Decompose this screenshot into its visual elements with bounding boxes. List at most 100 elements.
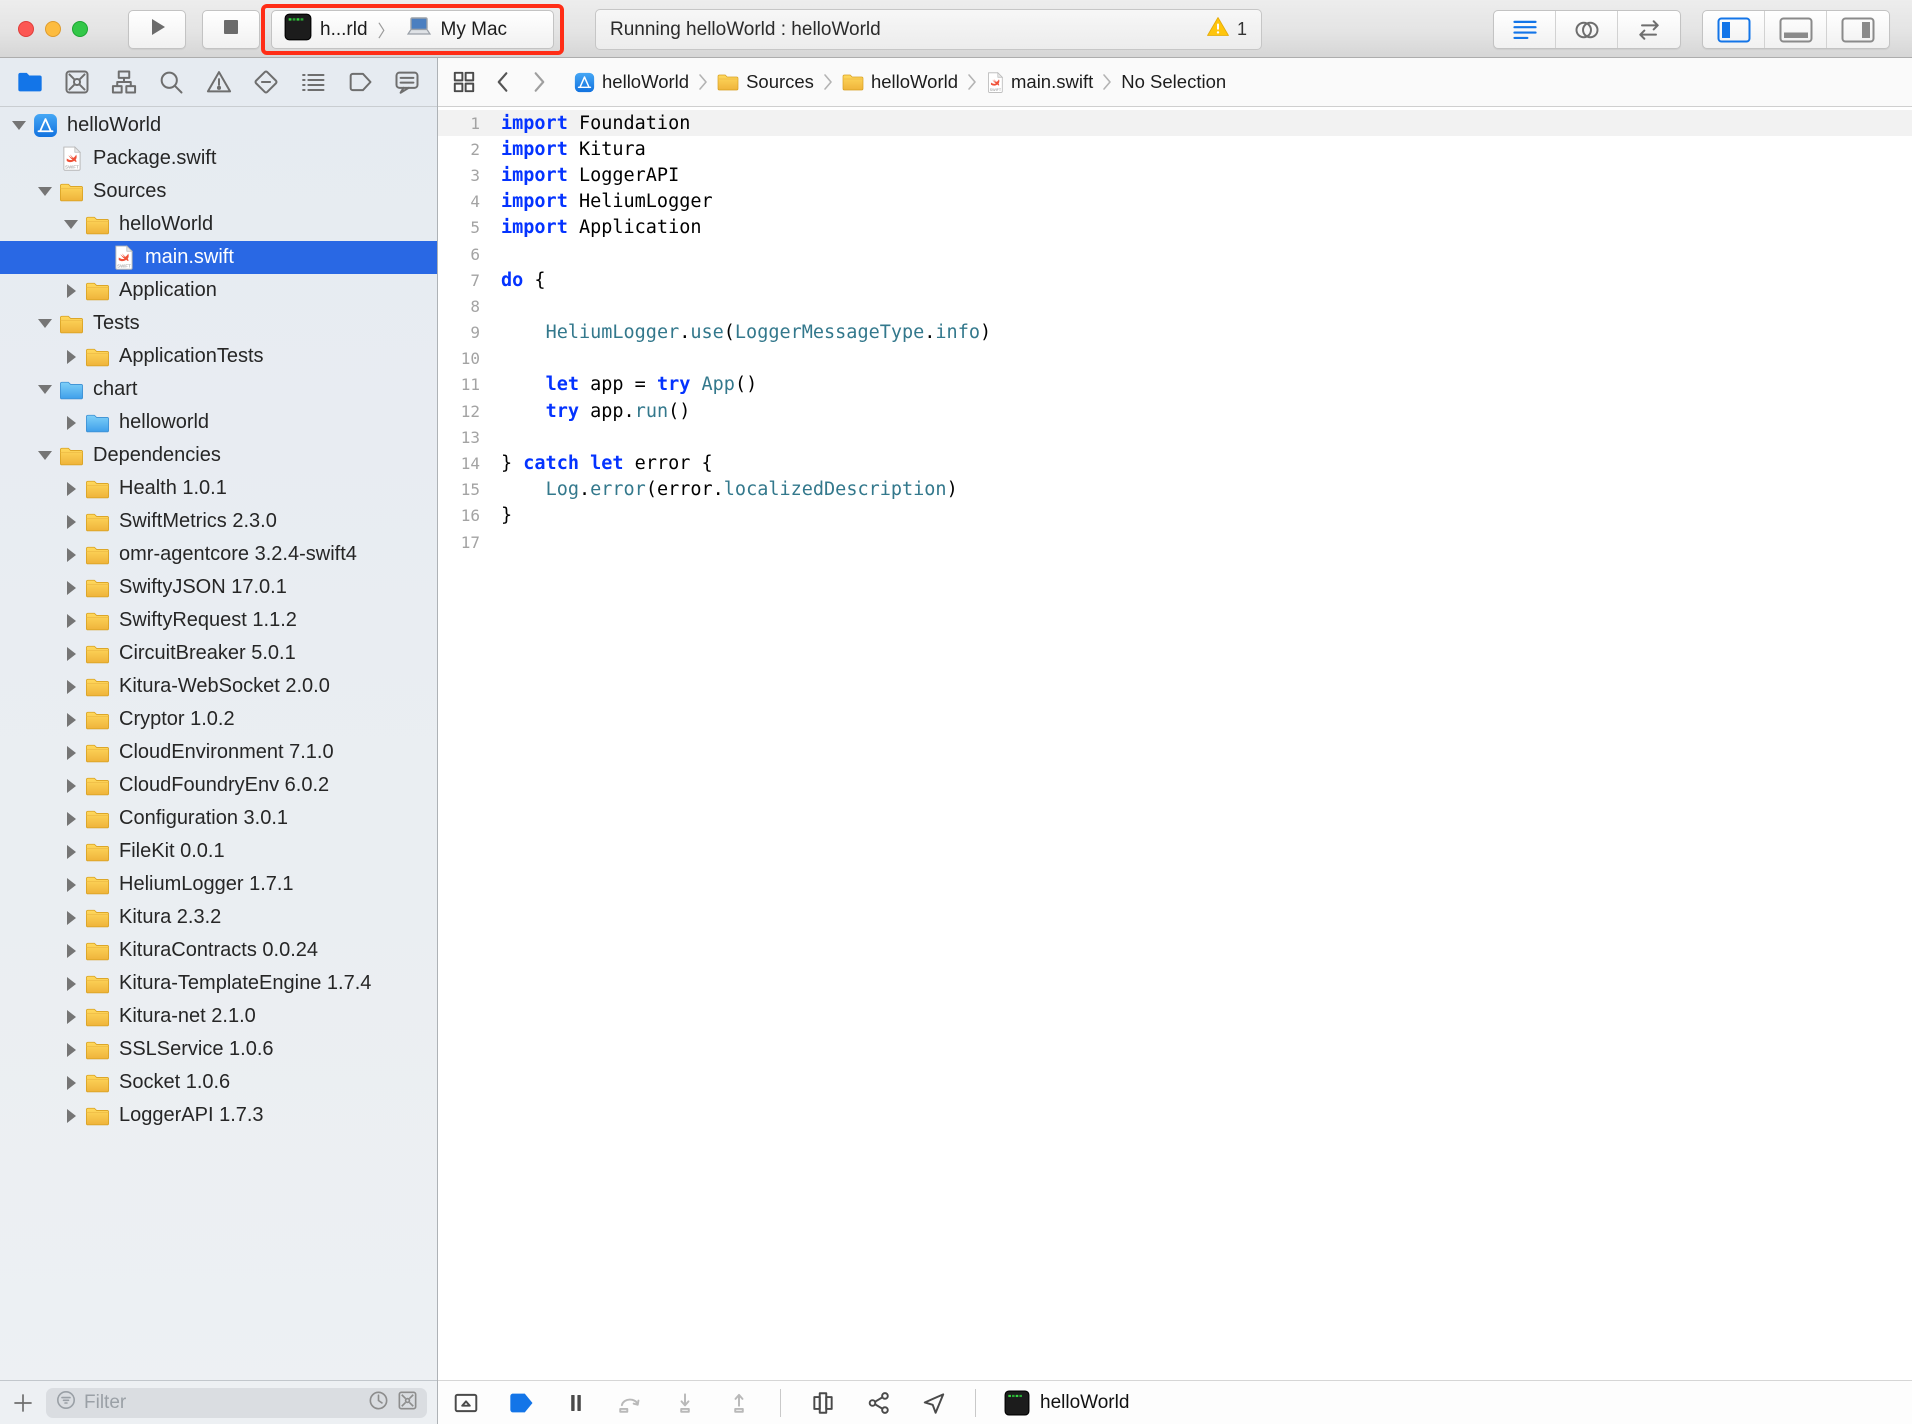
disclosure-triangle[interactable] (34, 319, 56, 328)
tree-row[interactable]: CircuitBreaker 5.0.1 (0, 637, 437, 670)
breadcrumb-item[interactable]: helloWorld (842, 71, 958, 93)
navigator-tab-symbol-navigator[interactable] (104, 62, 144, 102)
inspector-panel-toggle[interactable] (1827, 11, 1889, 48)
code-line[interactable]: 8 (438, 293, 1912, 319)
standard-editor-button[interactable] (1494, 11, 1556, 48)
disclosure-triangle[interactable] (60, 680, 82, 694)
code-line[interactable]: 9 HeliumLogger.use(LoggerMessageType.inf… (438, 320, 1912, 346)
source-editor[interactable]: 1import Foundation2import Kitura3import … (438, 107, 1912, 1380)
tree-row[interactable]: helloWorld (0, 109, 437, 142)
navigator-tab-test-navigator[interactable] (246, 62, 286, 102)
navigator-tab-find-navigator[interactable] (151, 62, 191, 102)
scheme-selector[interactable]: h...rld 〉 My Mac (271, 10, 554, 49)
tree-row[interactable]: Sources (0, 175, 437, 208)
disclosure-triangle[interactable] (60, 911, 82, 925)
view-hierarchy-button[interactable] (809, 1390, 837, 1416)
tree-row[interactable]: chart (0, 373, 437, 406)
tree-row[interactable]: SWIFTmain.swift (0, 241, 437, 274)
tree-row[interactable]: Kitura-WebSocket 2.0.0 (0, 670, 437, 703)
disclosure-triangle[interactable] (60, 614, 82, 628)
navigator-tab-breakpoint-navigator[interactable] (340, 62, 380, 102)
tree-row[interactable]: Kitura-TemplateEngine 1.7.4 (0, 967, 437, 1000)
navigator-tab-project-navigator[interactable] (10, 62, 50, 102)
assistant-editor-button[interactable] (1556, 11, 1618, 48)
tree-row[interactable]: CloudEnvironment 7.1.0 (0, 736, 437, 769)
tree-row[interactable]: HeliumLogger 1.7.1 (0, 868, 437, 901)
disclosure-triangle[interactable] (60, 977, 82, 991)
tree-row[interactable]: Health 1.0.1 (0, 472, 437, 505)
disclosure-triangle[interactable] (34, 385, 56, 394)
disclosure-triangle[interactable] (60, 746, 82, 760)
code-line[interactable]: 13 (438, 424, 1912, 450)
add-button[interactable] (10, 1391, 36, 1415)
hide-debug-area-button[interactable] (452, 1390, 480, 1416)
tree-row[interactable]: SwiftMetrics 2.3.0 (0, 505, 437, 538)
disclosure-triangle[interactable] (8, 121, 30, 130)
tree-row[interactable]: FileKit 0.0.1 (0, 835, 437, 868)
run-button[interactable] (128, 10, 186, 49)
code-line[interactable]: 1import Foundation (438, 110, 1912, 136)
filter-field[interactable] (46, 1388, 427, 1418)
scheme-target[interactable]: h...rld (320, 19, 368, 41)
code-line[interactable]: 3import LoggerAPI (438, 162, 1912, 188)
disclosure-triangle[interactable] (60, 350, 82, 364)
tree-row[interactable]: Kitura 2.3.2 (0, 901, 437, 934)
code-line[interactable]: 16} (438, 503, 1912, 529)
version-editor-button[interactable] (1618, 11, 1680, 48)
breadcrumb-item[interactable]: Sources (717, 71, 814, 93)
tree-row[interactable]: KituraContracts 0.0.24 (0, 934, 437, 967)
tree-row[interactable]: helloworld (0, 406, 437, 439)
disclosure-triangle[interactable] (60, 779, 82, 793)
disclosure-triangle[interactable] (60, 482, 82, 496)
close-window-button[interactable] (18, 21, 34, 37)
tree-row[interactable]: Cryptor 1.0.2 (0, 703, 437, 736)
code-line[interactable]: 5import Application (438, 215, 1912, 241)
minimize-window-button[interactable] (45, 21, 61, 37)
tree-row[interactable]: omr-agentcore 3.2.4-swift4 (0, 538, 437, 571)
code-line[interactable]: 10 (438, 346, 1912, 372)
breakpoints-toggle-button[interactable] (508, 1391, 536, 1415)
tree-row[interactable]: Dependencies (0, 439, 437, 472)
tree-row[interactable]: SwiftyJSON 17.0.1 (0, 571, 437, 604)
disclosure-triangle[interactable] (34, 451, 56, 460)
pause-button[interactable] (564, 1390, 588, 1416)
zoom-window-button[interactable] (72, 21, 88, 37)
tree-row[interactable]: SWIFTPackage.swift (0, 142, 437, 175)
back-button[interactable] (488, 69, 516, 95)
disclosure-triangle[interactable] (60, 1010, 82, 1024)
code-line[interactable]: 17 (438, 529, 1912, 555)
code-line[interactable]: 11 let app = try App() (438, 372, 1912, 398)
disclosure-triangle[interactable] (60, 944, 82, 958)
tree-row[interactable]: SwiftyRequest 1.1.2 (0, 604, 437, 637)
disclosure-triangle[interactable] (60, 878, 82, 892)
simulate-location-button[interactable] (921, 1390, 947, 1416)
flatten-icon[interactable] (396, 1389, 419, 1417)
scheme-destination[interactable]: My Mac (441, 19, 508, 41)
disclosure-triangle[interactable] (60, 845, 82, 859)
disclosure-triangle[interactable] (60, 1043, 82, 1057)
navigator-tab-source-control-navigator[interactable] (57, 62, 97, 102)
debug-target[interactable]: helloWorld (1004, 1390, 1129, 1416)
disclosure-triangle[interactable] (60, 416, 82, 430)
code-line[interactable]: 15 Log.error(error.localizedDescription) (438, 477, 1912, 503)
navigator-tab-debug-navigator[interactable] (293, 62, 333, 102)
code-line[interactable]: 4import HeliumLogger (438, 189, 1912, 215)
disclosure-triangle[interactable] (60, 515, 82, 529)
forward-button[interactable] (526, 69, 554, 95)
disclosure-triangle[interactable] (60, 1076, 82, 1090)
code-line[interactable]: 6 (438, 241, 1912, 267)
debug-panel-toggle[interactable] (1765, 11, 1827, 48)
tree-row[interactable]: SSLService 1.0.6 (0, 1033, 437, 1066)
disclosure-triangle[interactable] (60, 647, 82, 661)
warning-badge[interactable]: 1 (1205, 15, 1247, 44)
disclosure-triangle[interactable] (60, 220, 82, 229)
disclosure-triangle[interactable] (34, 187, 56, 196)
tree-row[interactable]: helloWorld (0, 208, 437, 241)
disclosure-triangle[interactable] (60, 581, 82, 595)
related-items-icon[interactable] (450, 69, 478, 95)
breadcrumb-item[interactable]: helloWorld (574, 71, 689, 93)
code-line[interactable]: 12 try app.run() (438, 398, 1912, 424)
navigator-tab-report-navigator[interactable] (387, 62, 427, 102)
tree-row[interactable]: Socket 1.0.6 (0, 1066, 437, 1099)
code-line[interactable]: 7do { (438, 267, 1912, 293)
